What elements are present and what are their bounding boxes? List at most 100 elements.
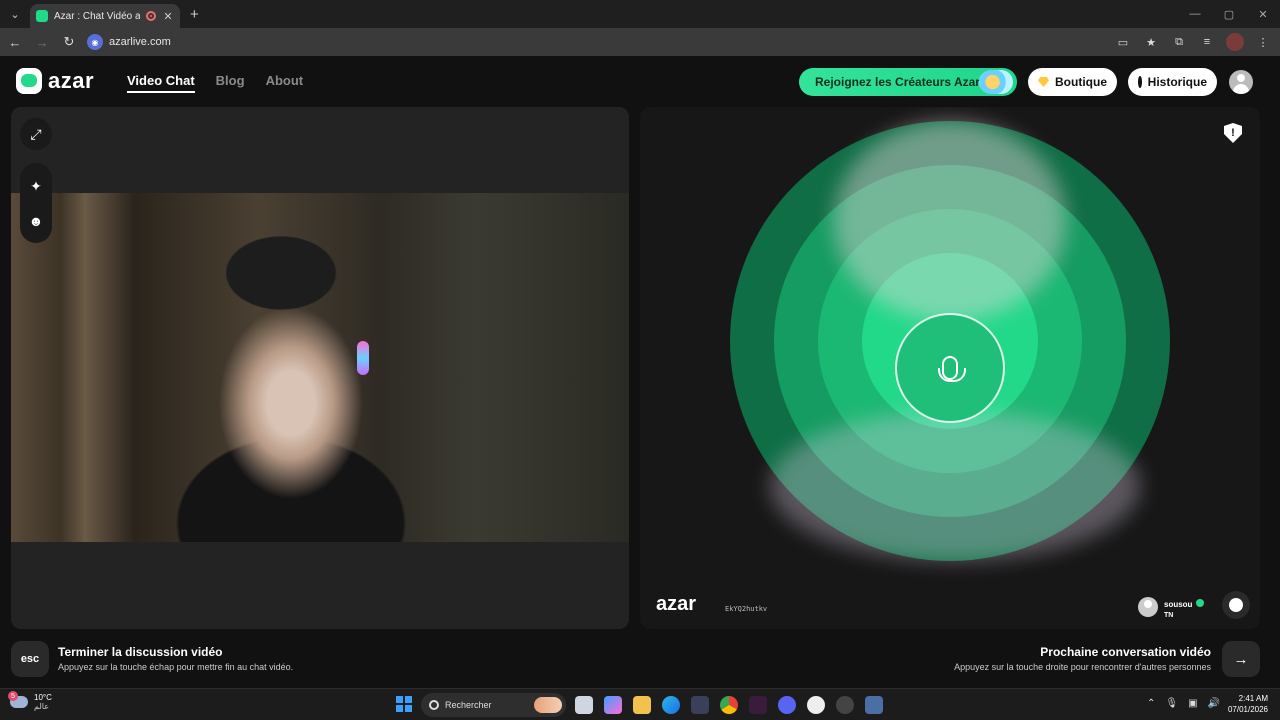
recording-indicator-icon <box>146 11 156 21</box>
azar-favicon-icon <box>36 10 48 22</box>
expand-icon[interactable]: ⤢ <box>20 118 52 150</box>
peer-avatar <box>1138 596 1158 617</box>
clock-icon <box>1138 76 1145 88</box>
weather-location: عالم <box>34 702 49 711</box>
browser-menu-icon[interactable]: ⋮ <box>1254 33 1272 51</box>
nav-video-chat[interactable]: Video Chat <box>127 73 195 93</box>
new-tab-button[interactable]: + <box>190 6 199 23</box>
end-chat-title: Terminer la discussion vidéo <box>58 645 223 659</box>
system-tray: ⌃ 🎙 ▣ 🔊 <box>1147 698 1220 709</box>
tab-search-menu-icon[interactable]: ⌄ <box>4 3 26 25</box>
report-shield-icon[interactable]: ! <box>1224 123 1242 143</box>
obs-icon[interactable] <box>836 696 854 714</box>
reading-list-icon[interactable]: ≡ <box>1198 33 1216 51</box>
microphone-icon <box>938 356 966 382</box>
user-profile-icon[interactable] <box>1229 70 1253 94</box>
headphone-light <box>357 341 369 375</box>
diamond-icon <box>1038 77 1049 87</box>
chat-button[interactable] <box>1222 591 1250 619</box>
calculator-icon[interactable] <box>865 696 883 714</box>
effects-toolbar: ✦ ☻ <box>20 163 52 243</box>
weather-widget[interactable]: 5 10°C عالم <box>8 691 52 711</box>
local-video-panel: ⤢ ✦ ☻ <box>11 107 629 629</box>
store-icon[interactable] <box>691 696 709 714</box>
microphone-button[interactable] <box>895 313 1005 423</box>
azar-logo-icon <box>16 68 42 94</box>
history-button[interactable]: Historique <box>1128 68 1217 96</box>
temperature: 10°C <box>34 693 52 702</box>
network-icon[interactable]: ▣ <box>1188 698 1197 709</box>
system-clock[interactable]: 2:41 AM 07/01/2026 <box>1228 693 1268 715</box>
search-highlight-icon <box>534 697 562 713</box>
taskbar-search[interactable]: Rechercher <box>421 693 566 717</box>
clock-date: 07/01/2026 <box>1227 705 1268 714</box>
file-explorer-icon[interactable] <box>633 696 651 714</box>
esc-key-button[interactable]: esc <box>11 641 49 677</box>
remote-video-panel: ! azar EkYQ2hutkv sousou TN <box>640 107 1260 629</box>
chrome-icon[interactable] <box>720 696 738 714</box>
cast-icon[interactable]: ▭ <box>1114 33 1132 51</box>
close-tab-icon[interactable]: ✕ <box>162 10 174 23</box>
azar-watermark: azar <box>656 593 697 615</box>
azar-page: azar Video Chat Blog About Rejoignez les… <box>0 56 1280 688</box>
face-filter-icon[interactable]: ☻ <box>20 205 52 237</box>
nav-about[interactable]: About <box>266 73 304 93</box>
search-icon <box>429 700 439 710</box>
shop-label: Boutique <box>1055 75 1107 89</box>
logo-text: azar <box>48 68 95 93</box>
next-chat-button[interactable]: → <box>1222 641 1260 677</box>
window-controls: — ▢ ✕ <box>1178 0 1280 28</box>
bookmark-star-icon[interactable]: ★ <box>1142 33 1160 51</box>
join-creators-label: Rejoignez les Créateurs Azar <box>815 75 980 89</box>
tray-expand-icon[interactable]: ⌃ <box>1147 698 1155 709</box>
sparkle-effects-icon[interactable]: ✦ <box>20 170 52 202</box>
peer-info[interactable]: sousou TN <box>1138 594 1205 619</box>
copilot-icon[interactable] <box>604 696 622 714</box>
peer-name: sousou <box>1164 600 1193 609</box>
peer-country: TN <box>1164 612 1174 619</box>
azar-logo[interactable]: azar <box>16 68 94 94</box>
back-arrow-icon[interactable]: ← <box>3 30 27 54</box>
end-chat-hint: Appuyez sur la touche échap pour mettre … <box>58 662 294 672</box>
tray-mic-icon[interactable]: 🎙 <box>1165 698 1178 709</box>
extensions-icon[interactable]: ⧉ <box>1170 33 1188 51</box>
url-text[interactable]: azarlive.com <box>109 36 171 48</box>
app-icon-circle[interactable] <box>807 696 825 714</box>
address-bar: ← → ↻ ◉ azarlive.com ▭ ★ ⧉ ≡ ⋮ <box>0 28 1280 56</box>
tab-title: Azar : Chat Vidéo avec de n <box>54 10 140 22</box>
verified-badge-icon <box>1196 599 1205 607</box>
omnibox[interactable]: ◉ azarlive.com <box>87 31 171 53</box>
history-label: Historique <box>1147 75 1207 89</box>
discord-icon[interactable] <box>778 696 796 714</box>
local-camera-feed <box>11 193 629 542</box>
close-window-button[interactable]: ✕ <box>1246 0 1280 28</box>
minimize-button[interactable]: — <box>1178 0 1212 28</box>
reload-icon[interactable]: ↻ <box>57 30 81 54</box>
profile-avatar-icon[interactable] <box>1226 33 1244 51</box>
join-creators-button[interactable]: Rejoignez les Créateurs Azar <box>799 68 1017 96</box>
windows-taskbar: 5 10°C عالم Rechercher ⌃ 🎙 ▣ 🔊 2:41 AM 0… <box>0 688 1280 720</box>
watermark-user-id: EkYQ2hutkv <box>725 605 768 613</box>
browser-tab[interactable]: Azar : Chat Vidéo avec de n ✕ <box>30 4 180 28</box>
maximize-button[interactable]: ▢ <box>1212 0 1246 28</box>
browser-toolbar: ▭ ★ ⧉ ≡ ⋮ <box>1114 28 1272 56</box>
task-view-icon[interactable] <box>575 696 593 714</box>
shop-button[interactable]: Boutique <box>1028 68 1117 96</box>
nav-blog[interactable]: Blog <box>216 73 245 93</box>
creators-art-icon <box>979 70 1013 94</box>
app-icon-v[interactable] <box>749 696 767 714</box>
cloud-icon: 5 <box>8 691 28 708</box>
next-chat-title: Prochaine conversation vidéo <box>1040 645 1211 659</box>
weather-badge: 5 <box>8 691 18 701</box>
volume-icon[interactable]: 🔊 <box>1208 698 1220 709</box>
windows-start-icon[interactable] <box>396 696 412 712</box>
next-chat-hint: Appuyez sur la touche droite pour rencon… <box>954 662 1211 672</box>
site-info-icon[interactable]: ◉ <box>87 34 103 50</box>
main-nav: Video Chat Blog About <box>127 73 303 93</box>
chat-bubble-icon <box>1229 598 1243 612</box>
browser-tab-bar: ⌄ Azar : Chat Vidéo avec de n ✕ + — ▢ ✕ <box>0 0 1280 28</box>
clock-time: 2:41 AM <box>1238 694 1268 703</box>
edge-icon[interactable] <box>662 696 680 714</box>
forward-arrow-icon[interactable]: → <box>30 30 54 54</box>
search-placeholder: Rechercher <box>445 700 492 710</box>
